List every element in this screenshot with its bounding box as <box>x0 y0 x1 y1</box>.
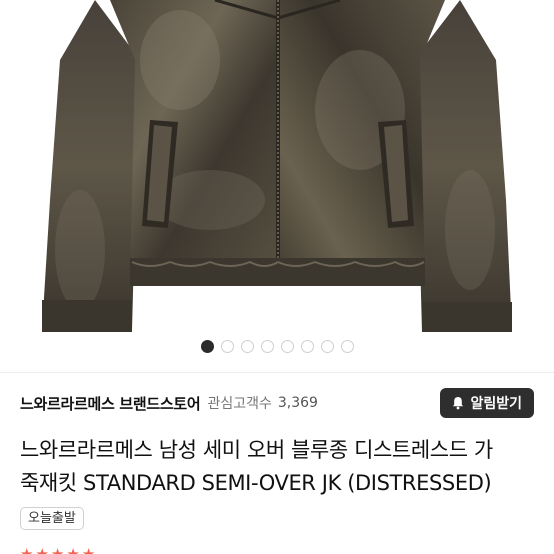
product-title-line1: 느와르라르메스 남성 세미 오버 블루종 디스트레스드 가 <box>20 438 493 462</box>
product-image[interactable] <box>0 0 554 334</box>
bell-plus-icon <box>450 395 466 411</box>
star-icon: ★ <box>66 545 80 554</box>
store-row: 느와르라르메스 브랜드스토어 관심고객수 3,369 알림받기 <box>20 388 534 418</box>
star-icon: ★ <box>81 545 96 554</box>
fav-count: 3,369 <box>277 395 318 411</box>
pager-dot[interactable] <box>280 339 294 353</box>
pager-dot[interactable] <box>320 339 334 353</box>
star-icon: ★ <box>20 545 34 554</box>
shipping-badge: 오늘출발 <box>20 507 84 530</box>
pager-dot[interactable] <box>200 339 214 353</box>
star-icon: ★ <box>50 545 65 554</box>
alarm-button-label: 알림받기 <box>470 396 522 412</box>
jacket-photo <box>42 0 512 332</box>
alarm-button[interactable]: 알림받기 <box>440 388 534 418</box>
pager-dot[interactable] <box>300 339 314 353</box>
divider <box>0 372 554 373</box>
fav-label: 관심고객수 <box>207 396 272 412</box>
pager-dot[interactable] <box>340 339 354 353</box>
pager-dot[interactable] <box>220 339 234 353</box>
image-pager[interactable] <box>0 336 554 356</box>
store-name-link[interactable]: 느와르라르메스 브랜드스토어 <box>20 393 201 414</box>
product-title: 느와르라르메스 남성 세미 오버 블루종 디스트레스드 가 죽재킷 STANDA… <box>20 434 540 500</box>
pager-dot[interactable] <box>260 339 274 353</box>
product-title-line2: 죽재킷 STANDARD SEMI-OVER JK (DISTRESSED) <box>20 471 492 495</box>
star-icon: ★ <box>35 545 49 554</box>
pager-dot[interactable] <box>240 339 254 353</box>
rating-row[interactable]: ★ ★ ★ ★ ★ <box>20 544 95 554</box>
